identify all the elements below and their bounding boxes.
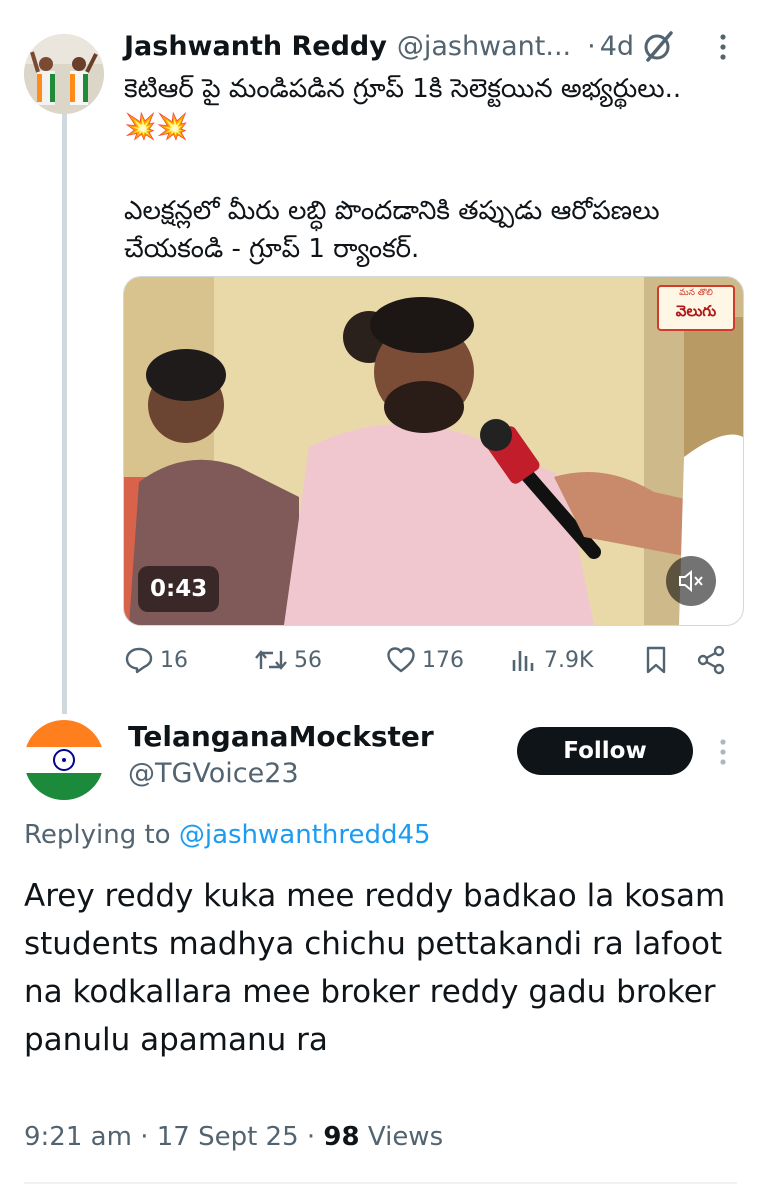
tweet-text-line1: కెటిఆర్ పై మండిపడిన గ్రూప్ 1కి సెలెక్టయి… bbox=[124, 74, 682, 104]
tweet-age[interactable]: 4d bbox=[600, 31, 634, 62]
reply-text: Arey reddy kuka mee reddy badkao la kosa… bbox=[24, 878, 726, 1058]
reply-date[interactable]: 17 Sept 25 bbox=[157, 1122, 299, 1152]
views-count: 7.9K bbox=[544, 647, 594, 673]
share-button[interactable] bbox=[696, 640, 732, 680]
like-button[interactable]: 176 bbox=[386, 640, 464, 680]
author-name[interactable]: Jashwanth Reddy bbox=[124, 31, 387, 62]
bookmark-icon bbox=[646, 646, 666, 674]
reply-author-handle[interactable]: @TGVoice23 bbox=[128, 758, 299, 789]
reply-author-avatar[interactable] bbox=[24, 720, 104, 800]
replying-mention-link[interactable]: @jashwanthredd45 bbox=[179, 820, 431, 850]
video-duration: 0:43 bbox=[138, 566, 220, 612]
share-icon bbox=[697, 645, 725, 675]
reply-count: 16 bbox=[160, 647, 188, 673]
meta-dot: · bbox=[306, 1122, 316, 1152]
channel-watermark: మన తొలి వెలుగు bbox=[657, 285, 735, 331]
tweet-text-paragraph: ఎలక్షన్లలో మీరు లబ్ధి పొందడానికి తప్పుడు… bbox=[124, 196, 660, 264]
replying-prefix: Replying to bbox=[24, 820, 171, 850]
tweet-emojis: 💥💥 bbox=[124, 112, 189, 142]
tweet-header: Jashwanth Reddy @jashwant... · 4d bbox=[124, 26, 724, 66]
more-icon[interactable] bbox=[716, 736, 730, 768]
reply-meta: 9:21 am · 17 Sept 25 · 98 Views bbox=[24, 1122, 443, 1152]
reply-author-name[interactable]: TelanganaMockster bbox=[128, 720, 434, 753]
like-count: 176 bbox=[422, 647, 464, 673]
mute-button[interactable] bbox=[666, 556, 716, 606]
views-button[interactable]: 7.9K bbox=[510, 640, 593, 680]
bookmark-button[interactable] bbox=[642, 640, 676, 680]
reply-views-label: Views bbox=[367, 1122, 444, 1152]
follow-button[interactable]: Follow bbox=[517, 727, 693, 775]
replying-to: Replying to @jashwanthredd45 bbox=[24, 820, 431, 850]
more-icon[interactable] bbox=[716, 32, 730, 62]
reply-views-count: 98 bbox=[323, 1122, 360, 1152]
views-icon bbox=[512, 651, 534, 671]
repost-count: 56 bbox=[294, 647, 322, 673]
author-avatar[interactable] bbox=[24, 34, 104, 114]
tweet-text: కెటిఆర్ పై మండిపడిన గ్రూప్ 1కి సెలెక్టయి… bbox=[124, 70, 744, 146]
mute-icon bbox=[679, 569, 703, 593]
reply-time[interactable]: 9:21 am bbox=[24, 1122, 132, 1152]
repost-icon bbox=[255, 650, 287, 670]
reply-icon bbox=[125, 647, 153, 674]
repost-button[interactable]: 56 bbox=[254, 640, 322, 680]
reply-button[interactable]: 16 bbox=[124, 640, 188, 680]
like-icon bbox=[387, 647, 415, 673]
author-handle[interactable]: @jashwant... bbox=[397, 31, 571, 62]
separator-dot: · bbox=[587, 30, 596, 62]
thread-connector-line bbox=[62, 114, 67, 714]
divider bbox=[24, 1182, 737, 1184]
meta-dot: · bbox=[140, 1122, 149, 1152]
grok-icon[interactable] bbox=[640, 28, 676, 64]
